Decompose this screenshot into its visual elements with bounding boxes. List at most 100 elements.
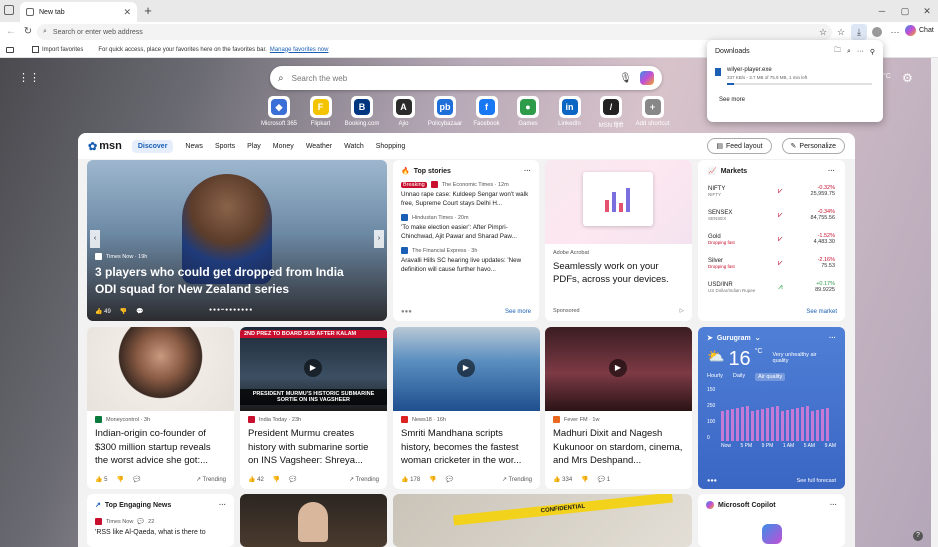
search-icon[interactable]: ⌕ xyxy=(847,48,851,56)
comment-icon[interactable]: 💬 1 xyxy=(598,476,610,483)
copilot-chat-button[interactable]: Chat xyxy=(905,25,934,36)
weather-card[interactable]: ➤ Gurugram ⌄ ··· ⛅ 16 °C Very unhealthy … xyxy=(698,327,845,489)
address-bar[interactable]: ⌕ Search or enter web address xyxy=(37,24,832,40)
more-options-icon[interactable]: ··· xyxy=(219,502,226,509)
pin-icon[interactable]: ⚲ xyxy=(870,48,875,56)
dislike-icon[interactable]: 👎 xyxy=(581,476,588,483)
weather-tab-air-quality[interactable]: Air quality xyxy=(755,373,786,381)
new-tab-button[interactable]: + xyxy=(141,3,155,19)
hero-card[interactable]: ‹ › Times Now · 19h 3 players who could … xyxy=(87,160,387,321)
feed-tab-shopping[interactable]: Shopping xyxy=(376,143,406,150)
more-options-icon[interactable]: ··· xyxy=(857,48,864,55)
news-card[interactable]: ▶ News18 · 16h Smriti Mandhana scripts h… xyxy=(393,327,540,489)
story-item[interactable]: Breaking The Economic Times · 12m Unnao ra… xyxy=(401,181,531,208)
close-icon[interactable]: ✕ xyxy=(123,7,131,18)
news-card[interactable]: Moneycontrol · 3h Indian-origin co-found… xyxy=(87,327,234,489)
weather-tab-daily[interactable]: Daily xyxy=(733,373,745,381)
video-card-man[interactable] xyxy=(240,494,387,547)
see-more-link[interactable]: See more xyxy=(707,89,883,111)
news-card[interactable]: 2ND PREZ TO BOARD SUB AFTER KALAM PRESIDE… xyxy=(240,327,387,489)
web-search-box[interactable]: ⌕ Search the web 🎙 xyxy=(270,66,662,90)
feed-tab-play[interactable]: Play xyxy=(247,143,261,150)
like-button[interactable]: 👍 42 xyxy=(248,476,264,483)
shortcut-4[interactable]: pb Policybazaar xyxy=(423,96,467,127)
maximize-button[interactable]: ▢ xyxy=(895,3,915,19)
minimize-button[interactable]: ─ xyxy=(872,3,892,19)
comment-icon[interactable]: 💬 xyxy=(136,308,143,315)
more-options-icon[interactable]: ··· xyxy=(828,168,835,175)
shortcut-9[interactable]: + Add shortcut xyxy=(631,96,675,127)
story-item[interactable]: Hindustan Times · 20m 'To make election e… xyxy=(401,214,531,241)
dislike-icon[interactable]: 👎 xyxy=(116,476,123,483)
close-window-button[interactable]: ✕ xyxy=(917,3,937,19)
feed-tab-weather[interactable]: Weather xyxy=(306,143,332,150)
prev-arrow-icon[interactable]: ‹ xyxy=(90,230,100,248)
tab-new-tab[interactable]: New tab ✕ xyxy=(20,2,137,22)
like-button[interactable]: 👍 178 xyxy=(401,476,420,483)
shortcut-2[interactable]: B Booking.com xyxy=(340,96,384,127)
confidential-card[interactable]: CONFIDENTIAL xyxy=(393,494,692,547)
like-button[interactable]: 👍 49 xyxy=(95,308,111,315)
dislike-icon[interactable]: 👎 xyxy=(273,476,280,483)
see-market-link[interactable]: See market xyxy=(806,309,837,315)
feed-tab-money[interactable]: Money xyxy=(273,143,294,150)
comment-icon[interactable]: 💬 xyxy=(446,476,453,483)
manage-favorites-link[interactable]: Manage favorites now xyxy=(270,47,329,53)
favorite-star-icon[interactable]: ☆ xyxy=(815,24,831,40)
more-options-icon[interactable]: ··· xyxy=(829,335,836,342)
microphone-icon[interactable]: 🎙 xyxy=(619,73,632,84)
market-row[interactable]: Silver Dropping fast ⩗ -2.16% 75.53 xyxy=(708,251,835,275)
shortcut-6[interactable]: ● Games xyxy=(506,96,550,127)
tab-actions-icon[interactable] xyxy=(4,5,14,15)
shortcut-3[interactable]: A Ajio xyxy=(382,96,426,127)
dislike-icon[interactable]: 👎 xyxy=(120,308,127,315)
shortcut-8[interactable]: / MSN हिंदी xyxy=(589,96,633,129)
next-arrow-icon[interactable]: › xyxy=(374,230,384,248)
see-more-link[interactable]: See more xyxy=(505,309,531,315)
market-row[interactable]: SENSEX SENSEX ⩗ -0.34% 84,755.56 xyxy=(708,203,835,227)
page-scrollbar[interactable] xyxy=(931,58,938,547)
profile-avatar[interactable] xyxy=(869,24,885,40)
news-card[interactable]: ▶ Fever FM · 1w Madhuri Dixit and Nagesh… xyxy=(545,327,692,489)
personalize-button[interactable]: ✎ Personalize xyxy=(781,138,845,154)
shortcut-1[interactable]: F Flipkart xyxy=(299,96,343,127)
download-item[interactable]: wilyer-player.exe 337 KB/s - 3.7 MB of 7… xyxy=(707,63,883,89)
weather-location[interactable]: ➤ Gurugram ⌄ ··· xyxy=(707,334,836,343)
shortcut-5[interactable]: f Facebook xyxy=(465,96,509,127)
like-button[interactable]: 👍 5 xyxy=(95,476,107,483)
play-icon[interactable]: ▶ xyxy=(457,359,475,377)
favorites-icon[interactable]: ☆ xyxy=(833,24,849,40)
market-row[interactable]: NIFTY NIFTY ⩗ -0.32% 25,959.75 xyxy=(708,179,835,203)
import-favorites-button[interactable]: Import favorites xyxy=(32,46,83,53)
weather-tab-hourly[interactable]: Hourly xyxy=(707,373,723,381)
feed-tab-watch[interactable]: Watch xyxy=(344,143,364,150)
back-button[interactable]: ← xyxy=(2,23,20,41)
feed-tab-sports[interactable]: Sports xyxy=(215,143,235,150)
copilot-search-icon[interactable] xyxy=(640,71,654,85)
market-row[interactable]: Gold Dropping fast ⩗ -1.52% 4,483.30 xyxy=(708,227,835,251)
ad-card[interactable]: Adobe Acrobat Seamlessly work on your PD… xyxy=(545,160,692,321)
dislike-icon[interactable]: 👎 xyxy=(429,476,436,483)
downloads-icon[interactable]: ⤓ xyxy=(851,24,867,40)
comment-icon[interactable]: 💬 xyxy=(133,476,140,483)
more-options-icon[interactable]: ··· xyxy=(524,168,531,175)
shortcut-7[interactable]: in LinkedIn xyxy=(548,96,592,127)
play-icon[interactable]: ▶ xyxy=(609,359,627,377)
comment-icon[interactable]: 💬 xyxy=(289,476,296,483)
like-button[interactable]: 👍 334 xyxy=(553,476,572,483)
folder-icon[interactable]: 🗀 xyxy=(834,46,841,57)
help-icon[interactable]: ? xyxy=(913,531,923,541)
feed-tab-news[interactable]: News xyxy=(185,143,203,150)
see-full-forecast-link[interactable]: See full forecast xyxy=(797,478,836,484)
apps-launcher-icon[interactable]: ⋮⋮ xyxy=(18,71,40,84)
feed-layout-button[interactable]: ▤ Feed layout xyxy=(707,138,772,154)
ad-info-icon[interactable]: ▷ xyxy=(680,308,684,314)
play-icon[interactable]: ▶ xyxy=(304,359,322,377)
more-options-icon[interactable]: ··· xyxy=(830,502,837,509)
settings-gear-icon[interactable]: ⚙ xyxy=(902,71,913,85)
more-menu-icon[interactable]: ··· xyxy=(887,24,903,40)
story-item[interactable]: The Financial Express · 3h Aravalli Hills… xyxy=(401,247,531,274)
engaging-story-title[interactable]: 'RSS like Al-Qaeda, what is there to xyxy=(95,529,226,536)
market-row[interactable]: USD/INR US Dollar/Indian Rupee ⩘ +0.17% 89.9… xyxy=(708,275,835,299)
refresh-button[interactable]: ↻ xyxy=(19,23,37,41)
